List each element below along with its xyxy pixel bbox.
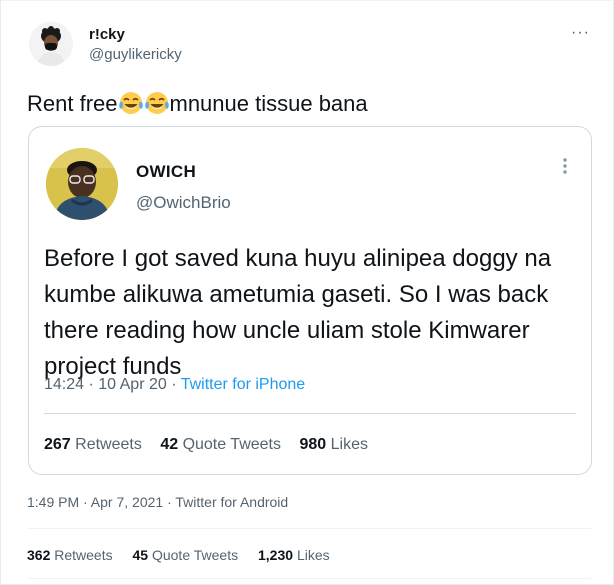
quoted-likes-count: 980 (299, 436, 327, 453)
quoted-retweets-stat[interactable]: 267 Retweets (44, 436, 142, 453)
quoted-tweet-meta: 14:24 · 10 Apr 20 · Twitter for iPhone (44, 376, 305, 394)
likes-label: Likes (296, 547, 330, 563)
retweets-label: Retweets (54, 547, 113, 563)
quoted-retweets-label: Retweets (75, 436, 142, 453)
quoted-quotes-label: Quote Tweets (182, 436, 281, 453)
quote-tweets-stat[interactable]: 45 Quote Tweets (133, 547, 239, 563)
author-avatar-image (29, 22, 73, 66)
tears-of-joy-emoji-icon (144, 92, 169, 114)
quote-tweets-count: 45 (132, 547, 149, 563)
author-avatar[interactable] (29, 22, 73, 66)
quote-tweets-label: Quote Tweets (151, 547, 239, 563)
retweets-count: 362 (27, 547, 51, 563)
top-divider (1, 0, 614, 1)
quoted-author-avatar[interactable] (46, 148, 118, 220)
quoted-tweet-text: Before I got saved kuna huyu alinipea do… (44, 245, 552, 380)
tears-of-joy-emoji-icon (118, 92, 143, 114)
tweet-text-end: mnunue tissue bana (169, 91, 368, 116)
likes-count: 1,230 (258, 547, 294, 563)
quoted-author-handle[interactable]: @OwichBrio (136, 193, 231, 213)
vertical-dots-icon (563, 158, 567, 174)
tweet-text-start: Rent free (27, 91, 118, 116)
more-options-icon[interactable]: ··· (571, 24, 590, 42)
retweets-stat[interactable]: 362 Retweets (27, 547, 113, 563)
quoted-divider (44, 413, 576, 414)
tweet-timestamp[interactable]: 1:49 PM · Apr 7, 2021 · Twitter for Andr… (27, 494, 288, 510)
quoted-quotes-stat[interactable]: 42 Quote Tweets (160, 436, 281, 453)
quoted-likes-stat[interactable]: 980 Likes (299, 436, 368, 453)
quoted-quotes-count: 42 (160, 436, 179, 453)
tweet-stats: 362 Retweets 45 Quote Tweets 1,230 Likes (27, 547, 346, 563)
quoted-author-avatar-image (46, 148, 118, 220)
quoted-tweet-time[interactable]: 14:24 · 10 Apr 20 · (44, 376, 181, 393)
tweet-text: Rent free mnunue tissue bana (27, 90, 368, 117)
stats-bottom-divider (27, 578, 591, 579)
quoted-author-name[interactable]: OWICH (136, 162, 196, 182)
quoted-tweet-stats: 267 Retweets 42 Quote Tweets 980 Likes (44, 436, 382, 454)
quoted-retweets-count: 267 (44, 436, 71, 453)
author-name[interactable]: r!cky (89, 26, 125, 43)
quoted-tweet-card[interactable]: OWICH @OwichBrio Before I got saved kuna… (28, 126, 592, 475)
author-handle[interactable]: @guylikericky (89, 46, 182, 63)
stats-top-divider (27, 528, 591, 529)
likes-stat[interactable]: 1,230 Likes (258, 547, 330, 563)
quoted-more-options-icon[interactable] (562, 157, 568, 175)
quoted-likes-label: Likes (330, 436, 368, 453)
tweet-page: r!cky @guylikericky ··· Rent free mnunue… (0, 0, 614, 585)
quoted-tweet-source[interactable]: Twitter for iPhone (181, 376, 306, 393)
